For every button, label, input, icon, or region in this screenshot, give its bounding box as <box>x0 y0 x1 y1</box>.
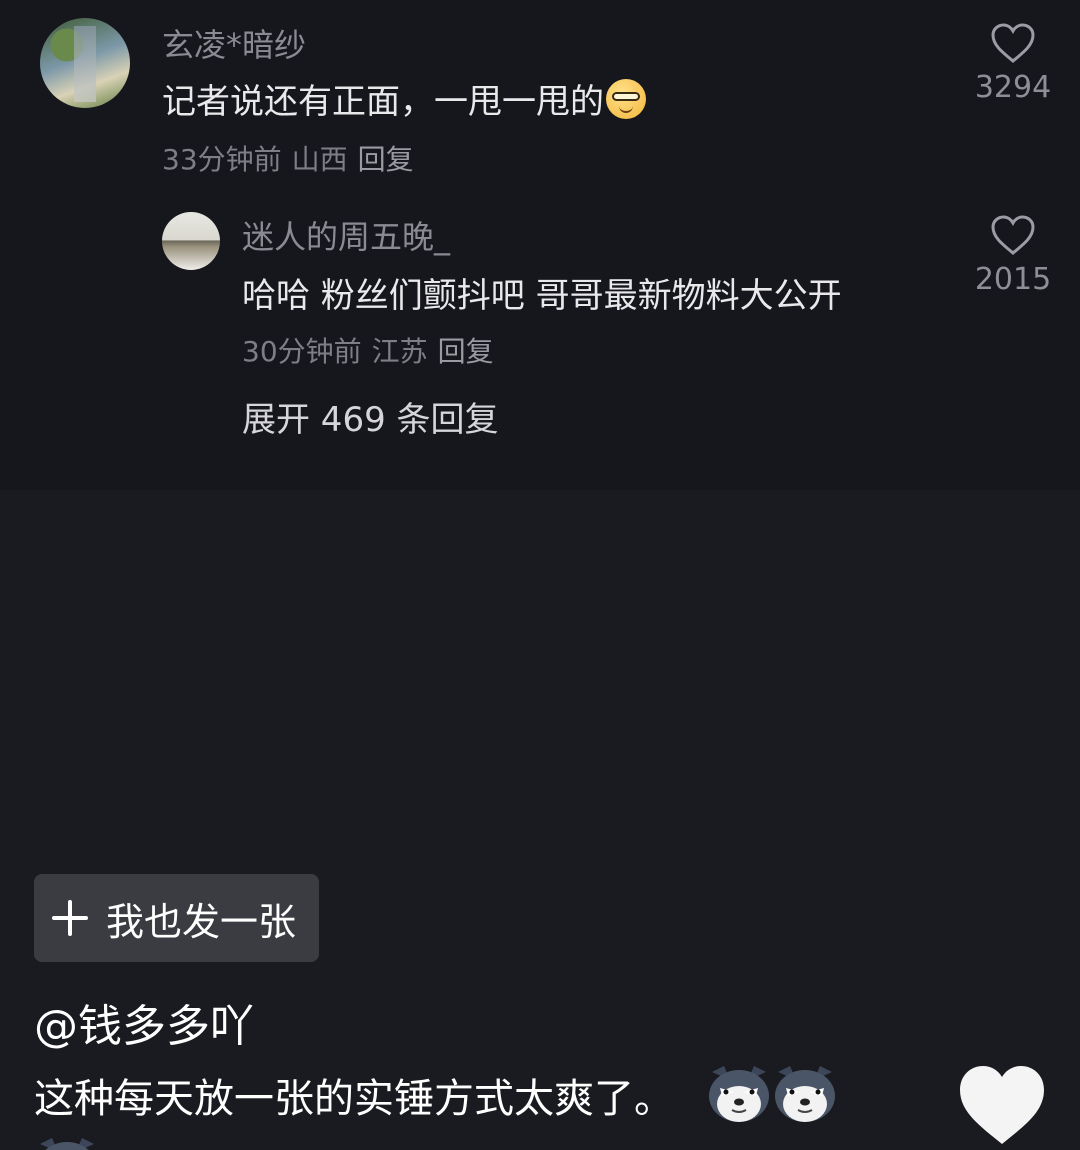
author-handle[interactable]: @钱多多吖 <box>34 990 254 1054</box>
comment-text-content: 记者说还有正面，一甩一甩的 <box>162 82 604 122</box>
avatar[interactable] <box>40 18 130 108</box>
plus-icon <box>52 900 88 936</box>
reply-text: 哈哈 粉丝们颤抖吧 哥哥最新物料大公开 <box>242 276 842 316</box>
heart-outline-icon[interactable] <box>990 22 1036 64</box>
reply-meta: 30分钟前 江苏 回复 <box>242 330 504 370</box>
wolf-emoji-icon <box>775 1066 835 1122</box>
reply-like[interactable]: 2015 <box>968 214 1058 297</box>
comment-time: 33分钟前 <box>162 143 282 176</box>
like-count: 2015 <box>974 262 1052 297</box>
comment-location: 山西 <box>291 143 348 176</box>
add-photo-button[interactable]: 我也发一张 <box>34 874 319 962</box>
expand-replies-link[interactable]: 展开 469 条回复 <box>242 392 499 441</box>
comment-username[interactable]: 玄凌*暗纱 <box>162 20 306 66</box>
reply-time: 30分钟前 <box>242 335 362 368</box>
comment-panel: 玄凌*暗纱 记者说还有正面，一甩一甩的 33分钟前 山西 回复 3294 迷人的周五… <box>0 0 1080 490</box>
post-caption: 这种每天放一张的实锤方式太爽了。 <box>34 1076 674 1122</box>
comment-text: 记者说还有正面，一甩一甩的 <box>162 74 646 123</box>
video-screen: 玄凌*暗纱 记者说还有正面，一甩一甩的 33分钟前 山西 回复 3294 迷人的周五… <box>0 0 1080 1150</box>
like-count: 3294 <box>974 70 1052 105</box>
comment-like[interactable]: 3294 <box>968 22 1058 105</box>
reply-location: 江苏 <box>371 335 428 368</box>
heart-filled-icon[interactable] <box>956 1062 1048 1148</box>
wolf-emoji-icon <box>40 1138 94 1150</box>
reply-username[interactable]: 迷人的周五晚_ <box>242 212 450 258</box>
reply-button[interactable]: 回复 <box>358 143 414 176</box>
heart-outline-icon[interactable] <box>990 214 1036 256</box>
wolf-emoji-icon <box>709 1066 769 1122</box>
smile-sunglasses-icon <box>606 79 646 119</box>
comment-meta: 33分钟前 山西 回复 <box>162 138 424 178</box>
add-photo-button-label: 我也发一张 <box>106 899 297 944</box>
avatar[interactable] <box>162 212 220 270</box>
reply-button[interactable]: 回复 <box>438 335 494 368</box>
